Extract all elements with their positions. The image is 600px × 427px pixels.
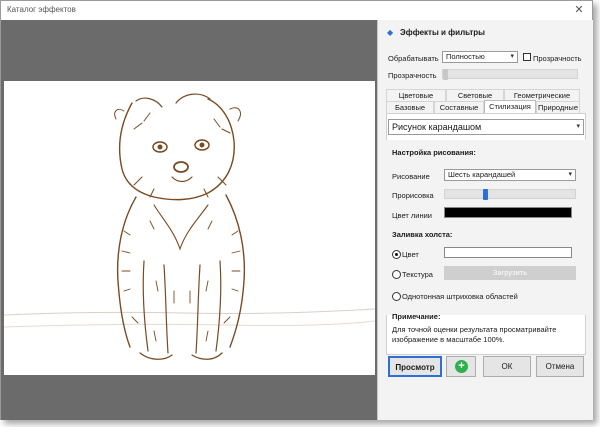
drawing-strength-label: Прорисовка	[392, 191, 434, 200]
panel-title: Эффекты и фильтры	[400, 28, 486, 37]
fill-texture-radio[interactable]	[392, 270, 401, 279]
tab-stylization[interactable]: Стилизация	[484, 100, 536, 113]
transparency-checkbox[interactable]	[523, 53, 531, 61]
transparency-checkbox-label: Прозрачность	[533, 54, 582, 63]
process-label: Обрабатывать	[388, 54, 439, 63]
fill-hatching-radio[interactable]	[392, 292, 401, 301]
ok-button[interactable]: ОК	[483, 356, 531, 377]
title-bar: Каталог эффектов ✕	[1, 1, 592, 20]
settings-panel: ◆ Эффекты и фильтры Обрабатывать Полност…	[377, 20, 593, 420]
load-texture-button[interactable]: Загрузить	[444, 266, 576, 280]
preview-area	[1, 20, 377, 420]
cancel-button[interactable]: Отмена	[536, 356, 584, 377]
window-title: Каталог эффектов	[7, 5, 76, 14]
note-text: Для точной оценки результата просматрива…	[392, 325, 557, 344]
line-color-swatch[interactable]	[444, 207, 572, 218]
drawing-label: Рисование	[392, 172, 430, 181]
settings-section: Настройка рисования: Рисование Шесть кар…	[386, 140, 586, 315]
fill-color-radio[interactable]	[392, 250, 401, 259]
drawing-strength-slider[interactable]	[444, 189, 576, 200]
fill-hatching-label: Однотонная штриховка областей	[402, 292, 518, 301]
fill-texture-label: Текстура	[402, 270, 433, 279]
fill-color-swatch[interactable]	[444, 247, 572, 258]
dog-pencil-sketch-image	[114, 93, 246, 360]
transparency-label: Прозрачность	[388, 71, 437, 80]
add-button[interactable]: +	[446, 356, 476, 377]
close-button[interactable]: ✕	[572, 3, 586, 17]
transparency-slider-thumb[interactable]	[443, 69, 448, 80]
note-heading: Примечание:	[392, 312, 441, 321]
drawing-dropdown[interactable]: Шесть карандашей ▾	[444, 169, 576, 181]
effect-dropdown[interactable]: Рисунок карандашом ▾	[388, 119, 584, 135]
preview-button[interactable]: Просмотр	[388, 356, 442, 377]
diamond-icon: ◆	[387, 28, 394, 37]
tab-color[interactable]: Цветовые	[386, 89, 446, 101]
line-color-label: Цвет линии	[392, 211, 432, 220]
drawing-strength-slider-thumb[interactable]	[483, 189, 488, 200]
canvas-fill-heading: Заливка холста:	[392, 230, 453, 239]
chevron-down-icon: ▾	[576, 123, 580, 130]
drawing-dropdown-value: Шесть карандашей	[448, 170, 516, 179]
chevron-down-icon: ▾	[510, 53, 514, 60]
fill-color-label: Цвет	[402, 250, 419, 259]
effects-catalog-window: Каталог эффектов ✕ ◆ Эффекты и фильтры О…	[0, 0, 593, 420]
transparency-slider[interactable]	[442, 69, 578, 80]
plus-icon: +	[455, 360, 468, 373]
process-dropdown-value: Полностью	[446, 52, 485, 61]
effect-dropdown-value: Рисунок карандашом	[392, 122, 482, 132]
tab-composite[interactable]: Составные	[434, 101, 484, 113]
preview-canvas	[4, 81, 375, 375]
tab-natural[interactable]: Природные	[536, 101, 580, 113]
chevron-down-icon: ▾	[568, 171, 572, 178]
drawing-settings-heading: Настройка рисования:	[392, 148, 476, 157]
tab-basic[interactable]: Базовые	[386, 101, 434, 113]
process-dropdown[interactable]: Полностью ▾	[442, 51, 518, 63]
